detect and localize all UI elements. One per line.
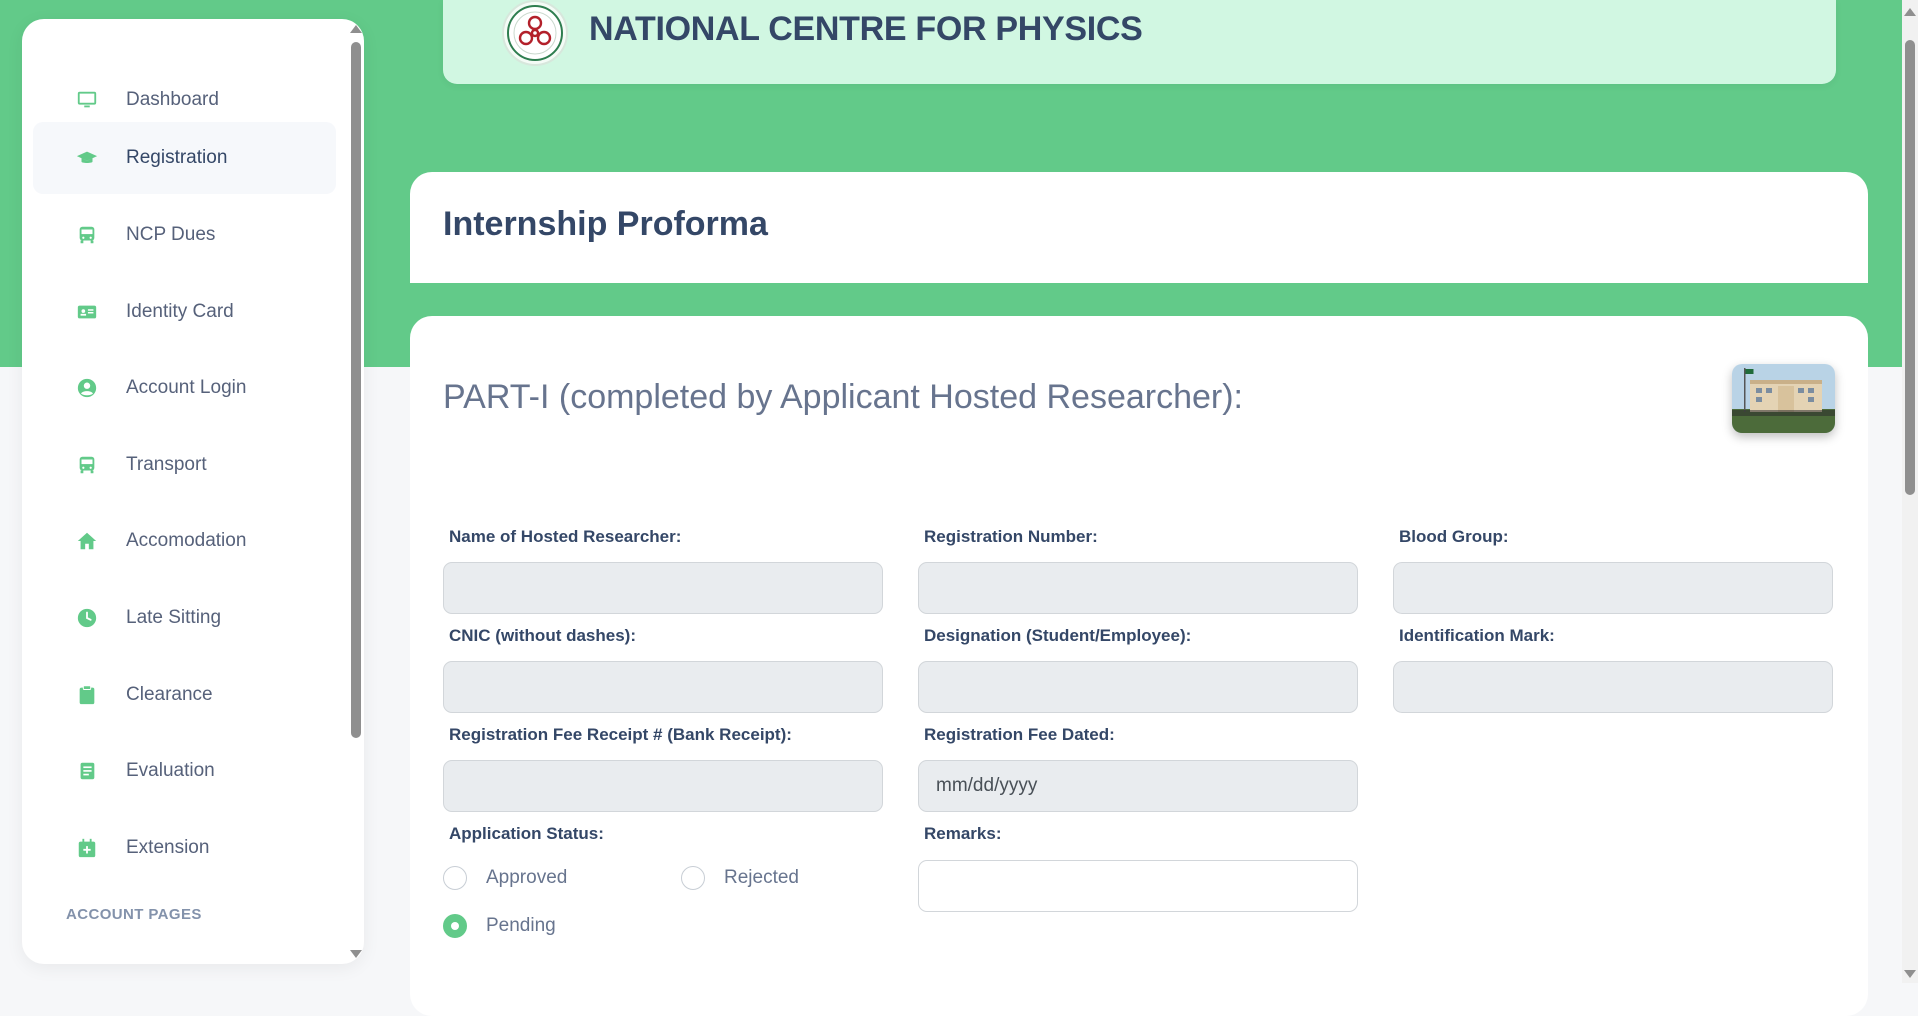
calendar-plus-icon (75, 836, 99, 860)
sidebar-scroll-down-icon[interactable] (350, 950, 362, 958)
cnic-input[interactable] (443, 661, 883, 713)
remarks-label: Remarks: (924, 824, 1002, 843)
id-card-icon (75, 300, 99, 324)
status-pending-radio[interactable] (443, 914, 467, 938)
fee-receipt-label: Registration Fee Receipt # (Bank Receipt… (449, 725, 792, 744)
designation-input[interactable] (918, 661, 1358, 713)
blood-group-label: Blood Group: (1399, 527, 1509, 546)
sidebar-item-identity-card[interactable]: Identity Card (33, 276, 336, 348)
sidebar-item-registration[interactable]: Registration (33, 122, 336, 194)
page-scroll-up-icon[interactable] (1904, 8, 1916, 16)
sidebar-scrollbar-thumb[interactable] (351, 42, 361, 738)
fee-dated-label: Registration Fee Dated: (924, 725, 1115, 744)
clipboard-icon (75, 683, 99, 707)
bus-icon (75, 453, 99, 477)
sidebar-item-account-login[interactable]: Account Login (33, 352, 336, 424)
sidebar-item-ncp-dues[interactable]: NCP Dues (33, 199, 336, 271)
clock-icon (75, 606, 99, 630)
fee-receipt-input[interactable] (443, 760, 883, 812)
building-photo (1732, 364, 1835, 433)
home-icon (75, 529, 99, 553)
sidebar-item-late-sitting[interactable]: Late Sitting (33, 582, 336, 654)
sidebar-item-label: Accomodation (126, 530, 247, 551)
user-circle-icon (75, 376, 99, 400)
name-label: Name of Hosted Researcher: (449, 527, 682, 546)
book-icon (75, 759, 99, 783)
ncp-logo (502, 0, 568, 66)
sidebar-item-label: Transport (126, 454, 207, 475)
page-scroll-down-icon[interactable] (1904, 970, 1916, 978)
blood-group-input[interactable] (1393, 562, 1833, 614)
designation-label: Designation (Student/Employee): (924, 626, 1192, 645)
status-pending-label[interactable]: Pending (486, 915, 556, 937)
status-rejected-radio[interactable] (681, 866, 705, 890)
sidebar-item-label: Account Login (126, 377, 247, 398)
status-approved-radio[interactable] (443, 866, 467, 890)
section-title: PART-I (completed by Applicant Hosted Re… (443, 378, 1243, 416)
sidebar-item-label: NCP Dues (126, 224, 216, 245)
identification-mark-input[interactable] (1393, 661, 1833, 713)
status-approved-label[interactable]: Approved (486, 867, 567, 889)
fee-dated-input[interactable]: mm/dd/yyyy (918, 760, 1358, 812)
sidebar-item-label: Clearance (126, 684, 213, 705)
page-title: Internship Proforma (443, 205, 768, 243)
sidebar: Dashboard Registration NCP Dues Identity… (22, 19, 364, 964)
sidebar-section-label: ACCOUNT PAGES (66, 906, 202, 923)
status-rejected-label[interactable]: Rejected (724, 867, 799, 889)
cnic-label: CNIC (without dashes): (449, 626, 636, 645)
remarks-input[interactable] (918, 860, 1358, 912)
sidebar-item-accomodation[interactable]: Accomodation (33, 505, 336, 577)
registration-number-input[interactable] (918, 562, 1358, 614)
graduation-cap-icon (75, 146, 99, 170)
sidebar-item-evaluation[interactable]: Evaluation (33, 735, 336, 807)
monitor-icon (75, 88, 99, 112)
date-placeholder: mm/dd/yyyy (936, 775, 1038, 796)
sidebar-item-label: Identity Card (126, 301, 234, 322)
application-status-label: Application Status: (449, 824, 604, 843)
sidebar-item-label: Late Sitting (126, 607, 222, 628)
sidebar-item-transport[interactable]: Transport (33, 429, 336, 501)
site-title: NATIONAL CENTRE FOR PHYSICS (589, 10, 1143, 48)
sidebar-item-label: Extension (126, 837, 210, 858)
name-input[interactable] (443, 562, 883, 614)
sidebar-item-extension[interactable]: Extension (33, 812, 336, 884)
sidebar-item-label: Dashboard (126, 89, 219, 110)
registration-number-label: Registration Number: (924, 527, 1098, 546)
sidebar-item-label: Registration (126, 147, 228, 168)
page-scrollbar-thumb[interactable] (1905, 40, 1915, 495)
bus-icon (75, 223, 99, 247)
identification-mark-label: Identification Mark: (1399, 626, 1555, 645)
sidebar-item-clearance[interactable]: Clearance (33, 659, 336, 731)
sidebar-item-label: Evaluation (126, 760, 215, 781)
sidebar-scroll-up-icon[interactable] (350, 25, 362, 33)
